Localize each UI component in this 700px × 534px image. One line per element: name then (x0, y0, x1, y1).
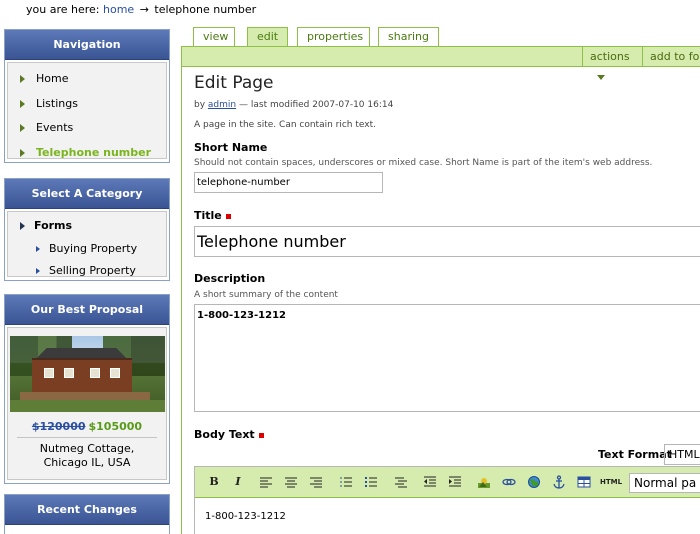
triangle-bullet-icon (20, 148, 25, 157)
navigation-header: Navigation (5, 30, 169, 60)
insert-image-icon[interactable] (477, 475, 491, 489)
paragraph-style-select[interactable]: Normal pa (629, 473, 700, 493)
anchor-icon[interactable] (552, 475, 566, 489)
nav-item-events[interactable]: Events (8, 116, 166, 141)
bullet-list-icon[interactable] (364, 475, 378, 489)
triangle-bullet-icon (20, 124, 25, 132)
category-label: Forms (34, 219, 73, 232)
description-help: A short summary of the content (194, 290, 338, 300)
table-icon[interactable] (577, 475, 591, 489)
required-icon (225, 213, 231, 219)
new-price: $105000 (88, 420, 143, 433)
recent-changes-header: Recent Changes (5, 495, 169, 525)
editor-body[interactable]: 1-800-123-1212 (195, 498, 700, 534)
old-price: $120000 (31, 420, 86, 433)
text-format-select[interactable]: HTML (664, 444, 700, 465)
body-text-label: Body Text (194, 428, 264, 441)
actions-menu[interactable]: actions (582, 47, 642, 80)
tab-sharing[interactable]: sharing (378, 27, 439, 47)
triangle-bullet-icon (36, 245, 40, 252)
breadcrumb-current: telephone number (154, 3, 257, 16)
proposal-caption: Nutmeg Cottage, Chicago IL, USA (39, 442, 135, 469)
required-icon (258, 432, 264, 438)
text-format-label: Text Format (598, 448, 672, 461)
body-text-label-text: Body Text (194, 428, 255, 441)
short-name-label: Short Name (194, 141, 268, 154)
divider (17, 437, 157, 438)
author-link[interactable]: admin (208, 100, 236, 110)
triangle-bullet-icon (20, 99, 25, 108)
html-source-button[interactable]: HTML (599, 475, 623, 489)
link-icon[interactable] (502, 475, 516, 489)
page-description: A page in the site. Can contain rich tex… (194, 120, 376, 130)
align-right-icon[interactable] (309, 475, 323, 489)
nav-item-label: Listings (36, 96, 78, 110)
triangle-bullet-icon (36, 268, 40, 274)
bold-button[interactable]: B (207, 475, 221, 489)
navigation-portlet: Navigation Home Listings Events Telephon… (4, 29, 170, 163)
byline: by admin — last modified 2007-07-10 16:1… (194, 100, 393, 110)
category-portlet: Select A Category Forms Buying Property … (4, 178, 170, 281)
category-label: Selling Property (49, 264, 136, 277)
tab-properties[interactable]: properties (297, 27, 370, 47)
category-item-forms[interactable]: Forms (8, 215, 166, 238)
content-frame: actions add to fold Edit Page by admin —… (181, 46, 700, 534)
triangle-bullet-icon (20, 222, 25, 230)
italic-button[interactable]: I (231, 475, 245, 489)
description-textarea[interactable]: 1-800-123-1212 (194, 304, 700, 412)
proposal-prices: $120000 $105000 (8, 420, 166, 433)
page-title: Edit Page (194, 73, 274, 93)
triangle-bullet-icon (20, 75, 25, 83)
modified-date: — last modified 2007-07-10 16:14 (239, 100, 394, 110)
description-label: Description (194, 272, 266, 285)
chevron-down-icon (597, 74, 605, 80)
proposal-header: Our Best Proposal (5, 295, 169, 325)
nav-item-telephone-number[interactable]: Telephone number (8, 141, 166, 166)
numbered-list-icon[interactable] (339, 475, 353, 489)
category-item-selling-property[interactable]: Selling Property (8, 260, 166, 283)
short-name-input[interactable]: telephone-number (194, 172, 383, 193)
nav-item-label: Home (36, 72, 69, 85)
rich-text-editor: B I HTML Normal pa 1-800-123-1212 (194, 466, 700, 534)
title-label: Title (194, 209, 231, 222)
breadcrumb: you are here: home → telephone number (26, 3, 256, 16)
cottage-photo[interactable] (9, 336, 165, 412)
byline-by: by (194, 100, 206, 110)
align-center-icon[interactable] (284, 475, 298, 489)
tab-edit[interactable]: edit (247, 27, 288, 48)
align-left-icon[interactable] (259, 475, 273, 489)
title-input[interactable]: Telephone number (194, 226, 700, 257)
outdent-icon[interactable] (423, 475, 437, 489)
nav-item-listings[interactable]: Listings (8, 92, 166, 117)
nav-item-home[interactable]: Home (8, 67, 166, 92)
category-item-buying-property[interactable]: Buying Property (8, 238, 166, 261)
definition-list-icon[interactable] (394, 475, 408, 489)
nav-item-label: Events (36, 121, 74, 134)
breadcrumb-arrow-icon: → (139, 3, 149, 16)
tab-view[interactable]: view (193, 27, 235, 47)
action-bar: actions add to fold (182, 47, 700, 80)
nav-item-label: Telephone number (36, 145, 152, 159)
short-name-help: Should not contain spaces, underscores o… (194, 158, 653, 168)
actions-menu-label: actions (590, 50, 630, 63)
external-link-globe-icon[interactable] (527, 475, 541, 489)
indent-icon[interactable] (448, 475, 462, 489)
breadcrumb-home-link[interactable]: home (103, 3, 134, 16)
category-label: Buying Property (49, 241, 138, 255)
add-to-folder-menu[interactable]: add to fold (642, 47, 700, 67)
category-header: Select A Category (5, 179, 169, 209)
breadcrumb-prefix: you are here: (26, 3, 100, 16)
recent-changes-portlet: Recent Changes (4, 494, 170, 534)
editor-toolbar: B I HTML Normal pa (195, 467, 700, 498)
title-label-text: Title (194, 209, 222, 222)
proposal-portlet: Our Best Proposal $120000 $105000 Nutmeg … (4, 294, 170, 484)
